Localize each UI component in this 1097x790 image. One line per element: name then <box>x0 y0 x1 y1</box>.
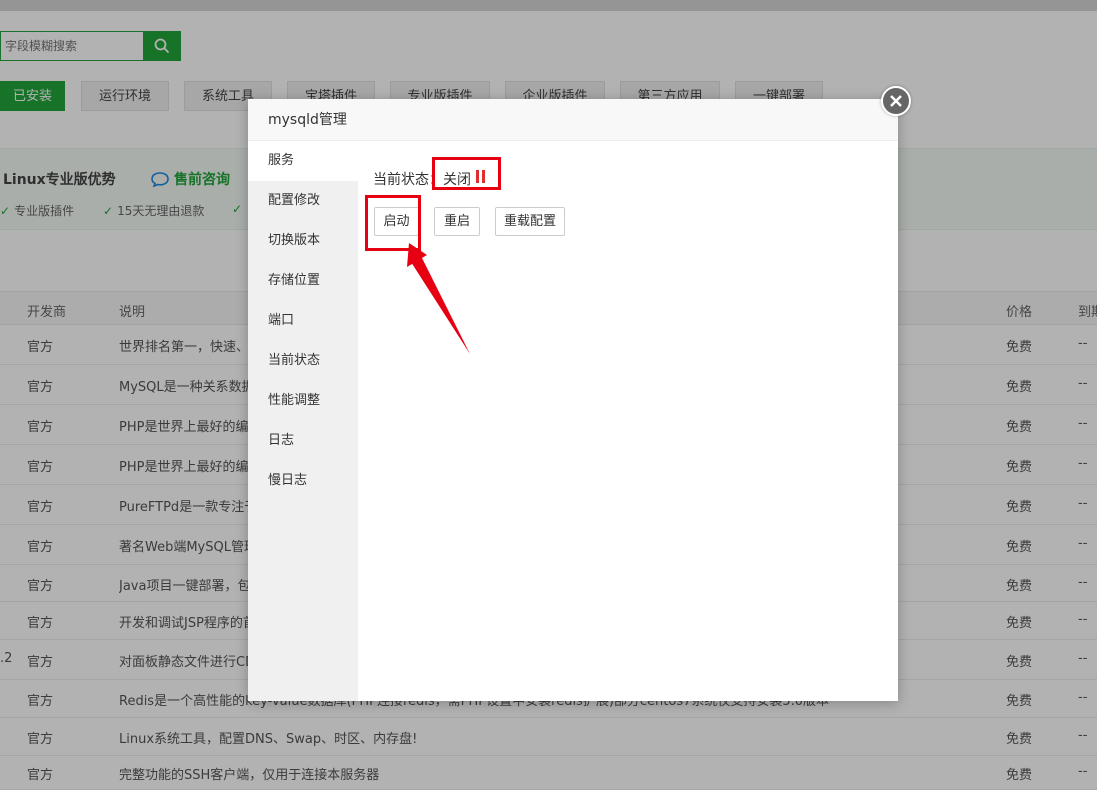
sidebar-item-performance[interactable]: 性能调整 <box>248 381 358 421</box>
sidebar-item-config[interactable]: 配置修改 <box>248 181 358 221</box>
sidebar-item-service[interactable]: 服务 <box>248 141 358 181</box>
sidebar-item-slow-log[interactable]: 慢日志 <box>248 461 358 501</box>
dialog-close-button[interactable] <box>881 86 911 116</box>
start-button-highlight-box <box>365 195 421 251</box>
sidebar-item-log[interactable]: 日志 <box>248 421 358 461</box>
sidebar-item-switch-version[interactable]: 切换版本 <box>248 221 358 261</box>
sidebar-item-current-status[interactable]: 当前状态 <box>248 341 358 381</box>
sidebar-item-port[interactable]: 端口 <box>248 301 358 341</box>
restart-button[interactable]: 重启 <box>434 207 480 236</box>
dialog-sidebar: 服务 配置修改 切换版本 存储位置 端口 当前状态 性能调整 日志 慢日志 <box>248 141 358 701</box>
reload-config-button[interactable]: 重载配置 <box>495 207 565 236</box>
status-highlight-box <box>432 157 501 190</box>
close-icon <box>890 95 902 107</box>
sidebar-item-storage[interactable]: 存储位置 <box>248 261 358 301</box>
dialog-title: mysqld管理 <box>248 99 898 141</box>
mysqld-manage-dialog: mysqld管理 服务 配置修改 切换版本 存储位置 端口 当前状态 性能调整 … <box>248 99 898 701</box>
